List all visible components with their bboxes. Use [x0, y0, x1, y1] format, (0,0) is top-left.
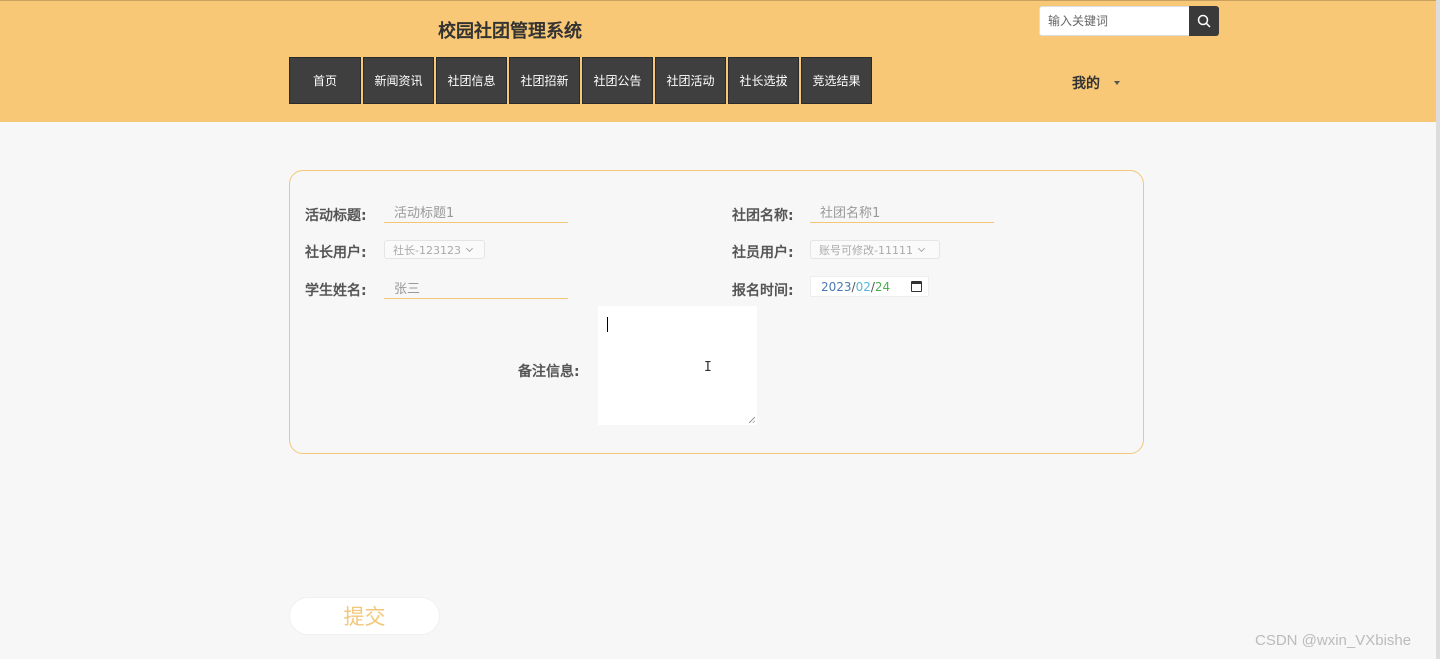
president-user-label: 社长用户:: [305, 245, 367, 261]
nav-item-news[interactable]: 新闻资讯: [363, 57, 434, 104]
text-cursor: [607, 317, 608, 332]
date-year: 2023: [821, 279, 852, 294]
user-menu[interactable]: 我的: [1072, 73, 1120, 93]
date-month: 02: [855, 279, 871, 294]
resize-handle-icon[interactable]: [749, 417, 755, 423]
submit-button[interactable]: 提交: [289, 597, 440, 635]
club-name-input[interactable]: [810, 201, 994, 223]
activity-title-label: 活动标题:: [305, 208, 367, 224]
date-day: 24: [874, 279, 891, 294]
chevron-down-icon: [917, 244, 926, 252]
search-box: [1039, 6, 1219, 36]
watermark: CSDN @wxin_VXbishe: [1255, 632, 1412, 649]
caret-down-icon: [1114, 81, 1120, 85]
search-icon: [1197, 14, 1211, 28]
calendar-icon[interactable]: [911, 281, 922, 292]
member-user-label: 社员用户:: [732, 245, 794, 261]
search-button[interactable]: [1189, 6, 1219, 36]
signup-time-label: 报名时间:: [732, 283, 794, 299]
club-name-label: 社团名称:: [732, 208, 794, 224]
nav-item-club-info[interactable]: 社团信息: [436, 57, 507, 104]
nav-item-club-recruit[interactable]: 社团招新: [509, 57, 580, 104]
main-nav: 首页 新闻资讯 社团信息 社团招新 社团公告 社团活动 社长选拔 竞选结果: [289, 57, 872, 104]
remarks-label: 备注信息:: [518, 364, 580, 380]
scrollbar[interactable]: [1436, 0, 1440, 659]
user-menu-label: 我的: [1072, 76, 1100, 92]
member-user-select[interactable]: 账号可修改-11111: [810, 240, 940, 259]
nav-item-election-result[interactable]: 竞选结果: [801, 57, 872, 104]
nav-item-club-activity[interactable]: 社团活动: [655, 57, 726, 104]
student-name-input[interactable]: [384, 277, 568, 299]
nav-item-club-notice[interactable]: 社团公告: [582, 57, 653, 104]
site-title: 校园社团管理系统: [438, 21, 582, 42]
member-user-value: 账号可修改-11111: [819, 243, 913, 257]
activity-title-input[interactable]: [384, 201, 568, 223]
signup-time-date-input[interactable]: 2023 / 02 / 24: [810, 276, 929, 297]
nav-item-president-election[interactable]: 社长选拔: [728, 57, 799, 104]
ibeam-cursor-icon: I: [704, 360, 712, 375]
header: 校园社团管理系统 首页 新闻资讯 社团信息 社团招新 社团公告 社团活动 社长选…: [0, 0, 1440, 122]
remarks-textarea[interactable]: I: [598, 306, 757, 425]
president-user-select[interactable]: 社长-123123: [384, 240, 485, 259]
chevron-down-icon: [465, 244, 474, 252]
student-name-label: 学生姓名:: [305, 283, 367, 299]
search-input[interactable]: [1039, 6, 1189, 36]
president-user-value: 社长-123123: [393, 243, 461, 257]
nav-item-home[interactable]: 首页: [289, 57, 361, 104]
